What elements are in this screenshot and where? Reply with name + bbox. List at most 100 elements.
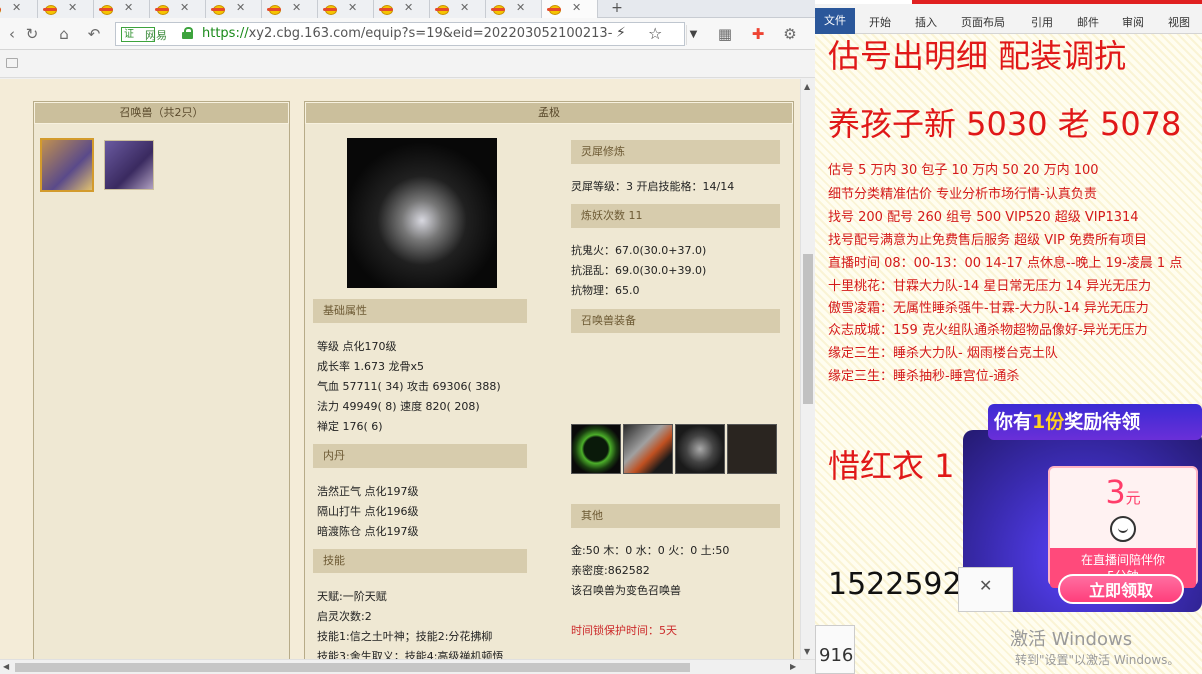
equip-slot-2[interactable]: [623, 424, 673, 474]
pet-portrait: [347, 138, 497, 288]
browser-tab[interactable]: ✕: [542, 0, 598, 18]
doc-line-7: 傲雪凌霜：无属性睡杀强牛-甘霖-大力队-14 异光无压力: [828, 301, 1149, 316]
time-lock-text: 时间锁保护时间：5天: [571, 624, 677, 637]
scroll-left-icon[interactable]: ◀: [3, 662, 9, 671]
refresh-icon[interactable]: ↻: [22, 24, 42, 44]
page-content: 召唤兽（共2只） 孟极 基础属性 等级 点化170级 成长率 1.673 龙骨x…: [0, 79, 800, 659]
ribbon-tab-file[interactable]: 文件: [815, 8, 855, 34]
screen: ✕ ✕ ✕ ✕ ✕ ✕ ✕ ✕ ✕ ✕ ✕ + ‹ ↻ ⌂ ↶ 证 网易 https://xy2.c…: [0, 0, 1202, 674]
page-icon: [6, 58, 18, 68]
grid-icon[interactable]: ▦: [715, 24, 735, 44]
envelope-line-1: 在直播间陪伴你: [1080, 553, 1165, 567]
popup-close-box[interactable]: ✕: [958, 567, 1013, 612]
doc-heading-1: 估号出明细 配装调抗: [828, 37, 1127, 75]
resist-line-3: 抗物理：65.0: [571, 284, 640, 297]
address-bar[interactable]: 证 网易 https://xy2.cbg.163.com/equip?s=19&…: [115, 22, 697, 46]
section-pet-equipment: 召唤兽装备: [571, 309, 780, 333]
url-text[interactable]: https://xy2.cbg.163.com/equip?s=19&eid=2…: [202, 26, 612, 41]
browser-tab[interactable]: ✕: [94, 0, 150, 18]
horizontal-scrollbar[interactable]: ◀ ▶: [0, 659, 815, 674]
popup-title-count: 1份: [1032, 411, 1065, 433]
browser-window: ✕ ✕ ✕ ✕ ✕ ✕ ✕ ✕ ✕ ✕ ✕ + ‹ ↻ ⌂ ↶ 证 网易 https://xy2.c…: [0, 0, 815, 674]
tab-close-icon[interactable]: ✕: [404, 1, 413, 14]
doc-line-4: 找号配号满意为止免费售后服务 超级 VIP 免费所有项目: [828, 233, 1147, 248]
undo-icon[interactable]: ↶: [84, 24, 104, 44]
doc-line-5: 直播时间 08：00-13：00 14-17 点休息--晚上 19-凌晨 1 点: [828, 256, 1183, 271]
other-line-3: 该召唤兽为变色召唤兽: [571, 584, 681, 597]
tab-close-icon[interactable]: ✕: [348, 1, 357, 14]
horizontal-scroll-thumb[interactable]: [15, 663, 690, 672]
ribbon-tab-view[interactable]: 视图: [1168, 14, 1190, 30]
ribbon-tab-insert[interactable]: 插入: [915, 14, 937, 30]
menu-icon[interactable]: ‹: [2, 24, 22, 44]
tab-favicon-icon: [435, 2, 449, 15]
claim-button[interactable]: 立即领取: [1058, 574, 1184, 604]
doc-line-6: 十里桃花：甘霖大力队-14 星日常无压力 14 异光无压力: [828, 279, 1152, 294]
browser-tab[interactable]: ✕: [0, 0, 38, 18]
scroll-right-icon[interactable]: ▶: [790, 662, 796, 671]
browser-tab[interactable]: ✕: [486, 0, 542, 18]
neidan-line-1: 浩然正气 点化197级: [317, 485, 419, 498]
close-icon[interactable]: ✕: [979, 576, 992, 595]
star-icon[interactable]: ☆: [648, 24, 662, 43]
new-tab-button[interactable]: +: [606, 0, 628, 18]
tab-close-icon[interactable]: ✕: [12, 1, 21, 14]
tab-close-icon[interactable]: ✕: [292, 1, 301, 14]
browser-tab[interactable]: ✕: [150, 0, 206, 18]
ribbon-tab-review[interactable]: 审阅: [1122, 14, 1144, 30]
doc-line-10: 缘定三生：睡杀抽秒-睡宫位-通杀: [828, 369, 1020, 384]
browser-tab[interactable]: ✕: [374, 0, 430, 18]
pet-thumb-2[interactable]: [104, 140, 154, 190]
home-icon[interactable]: ⌂: [54, 24, 74, 44]
tab-close-icon[interactable]: ✕: [572, 1, 581, 14]
ribbon-tab-home[interactable]: 开始: [869, 14, 891, 30]
tools-icon[interactable]: ⚙: [780, 24, 800, 44]
browser-tab[interactable]: ✕: [206, 0, 262, 18]
address-dropdown-icon[interactable]: ▼: [686, 25, 700, 45]
tab-close-icon[interactable]: ✕: [236, 1, 245, 14]
tab-close-icon[interactable]: ✕: [68, 1, 77, 14]
pets-panel-title: 召唤兽（共2只）: [34, 102, 289, 124]
doc-line-2: 细节分类精准估价 专业分析市场行情-认真负责: [828, 187, 1097, 202]
url-host-path: xy2.cbg.163.com/equip?s=19&eid=202203052…: [248, 26, 613, 41]
tab-favicon-icon: [267, 2, 281, 15]
resist-line-1: 抗鬼火：67.0(30.0+37.0): [571, 244, 707, 257]
ribbon-tab-layout[interactable]: 页面布局: [961, 14, 1005, 30]
doc-line-9: 缘定三生：睡杀大力队- 烟雨楼台克土队: [828, 346, 1058, 361]
lock-icon: [182, 27, 193, 39]
vertical-scrollbar[interactable]: ▲ ▼: [800, 79, 815, 659]
tab-close-icon[interactable]: ✕: [124, 1, 133, 14]
browser-tab[interactable]: ✕: [430, 0, 486, 18]
ribbon-tab-references[interactable]: 引用: [1031, 14, 1053, 30]
browser-tab[interactable]: ✕: [262, 0, 318, 18]
equip-slot-3[interactable]: [675, 424, 725, 474]
tab-close-icon[interactable]: ✕: [516, 1, 525, 14]
pet-thumb-1[interactable]: [40, 138, 94, 192]
small-box: 916: [815, 625, 855, 674]
tab-favicon-icon: [99, 2, 113, 15]
section-skills: 技能: [313, 549, 527, 573]
avatar-icon: [1110, 516, 1136, 542]
reward-amount: 3元: [1050, 470, 1196, 520]
browser-tab[interactable]: ✕: [318, 0, 374, 18]
game-icon[interactable]: ✚: [748, 24, 768, 44]
skill-line-4: 技能3:舍生取义；技能4:高级禅机顿悟: [317, 650, 504, 659]
tab-favicon-icon: [491, 2, 505, 15]
lightning-icon[interactable]: ⚡: [616, 25, 626, 41]
browser-tab[interactable]: ✕: [38, 0, 94, 18]
base-line-2: 成长率 1.673 龙骨x5: [317, 360, 424, 373]
tab-close-icon[interactable]: ✕: [180, 1, 189, 14]
tab-favicon-icon: [155, 2, 169, 15]
ribbon-tab-mailings[interactable]: 邮件: [1077, 14, 1099, 30]
equip-slot-4[interactable]: [727, 424, 777, 474]
scroll-down-icon[interactable]: ▼: [804, 647, 810, 656]
bookmarks-bar: [0, 50, 815, 78]
tab-close-icon[interactable]: ✕: [460, 1, 469, 14]
scroll-up-icon[interactable]: ▲: [804, 82, 810, 91]
equip-slot-1[interactable]: [571, 424, 621, 474]
reward-popup[interactable]: 你有1份奖励待领 3元 在直播间陪伴你5分钟 立即领取 ✕: [958, 402, 1202, 612]
vertical-scroll-thumb[interactable]: [803, 254, 813, 404]
reward-amount-unit: 元: [1125, 489, 1141, 507]
word-window: 文件 开始 插入 页面布局 引用 邮件 审阅 视图 估号出明细 配装调抗 养孩子…: [815, 0, 1202, 674]
section-lingxi: 灵犀修炼: [571, 140, 780, 164]
